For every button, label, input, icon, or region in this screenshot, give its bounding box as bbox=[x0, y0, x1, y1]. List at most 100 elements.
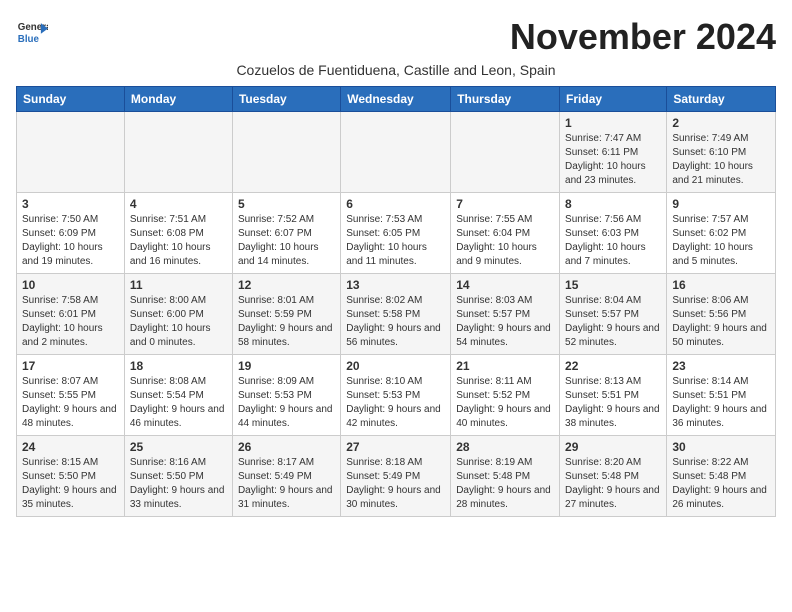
day-number: 11 bbox=[130, 278, 227, 292]
day-number: 17 bbox=[22, 359, 119, 373]
day-number: 6 bbox=[346, 197, 445, 211]
calendar-cell: 5 Sunrise: 7:52 AM Sunset: 6:07 PM Daylig… bbox=[232, 193, 340, 274]
day-number: 14 bbox=[456, 278, 554, 292]
day-number: 25 bbox=[130, 440, 227, 454]
day-header: Friday bbox=[560, 87, 667, 112]
day-number: 4 bbox=[130, 197, 227, 211]
day-number: 27 bbox=[346, 440, 445, 454]
month-title: November 2024 bbox=[510, 16, 776, 58]
calendar-cell: 4 Sunrise: 7:51 AM Sunset: 6:08 PM Daylig… bbox=[124, 193, 232, 274]
day-number: 22 bbox=[565, 359, 661, 373]
day-info: Sunrise: 7:55 AM Sunset: 6:04 PM Dayligh… bbox=[456, 213, 554, 269]
day-number: 23 bbox=[672, 359, 770, 373]
day-number: 24 bbox=[22, 440, 119, 454]
calendar-cell: 2 Sunrise: 7:49 AM Sunset: 6:10 PM Daylig… bbox=[667, 112, 776, 193]
day-info: Sunrise: 8:14 AM Sunset: 5:51 PM Dayligh… bbox=[672, 375, 770, 431]
day-info: Sunrise: 8:02 AM Sunset: 5:58 PM Dayligh… bbox=[346, 294, 445, 350]
day-number: 20 bbox=[346, 359, 445, 373]
day-info: Sunrise: 8:01 AM Sunset: 5:59 PM Dayligh… bbox=[238, 294, 335, 350]
calendar-cell: 11 Sunrise: 8:00 AM Sunset: 6:00 PM Dayli… bbox=[124, 274, 232, 355]
day-header: Saturday bbox=[667, 87, 776, 112]
day-header: Sunday bbox=[17, 87, 125, 112]
day-number: 7 bbox=[456, 197, 554, 211]
calendar-cell: 16Sunrise: 8:06 AM Sunset: 5:56 PM Dayli… bbox=[667, 274, 776, 355]
calendar-cell: 18Sunrise: 8:08 AM Sunset: 5:54 PM Dayli… bbox=[124, 355, 232, 436]
day-number: 3 bbox=[22, 197, 119, 211]
day-info: Sunrise: 7:53 AM Sunset: 6:05 PM Dayligh… bbox=[346, 213, 445, 269]
calendar-cell: 25 Sunrise: 8:16 AM Sunset: 5:50 PM Dayli… bbox=[124, 436, 232, 517]
day-info: Sunrise: 8:00 AM Sunset: 6:00 PM Dayligh… bbox=[130, 294, 227, 350]
calendar-table: SundayMondayTuesdayWednesdayThursdayFrid… bbox=[16, 86, 776, 517]
day-info: Sunrise: 7:52 AM Sunset: 6:07 PM Dayligh… bbox=[238, 213, 335, 269]
day-header: Monday bbox=[124, 87, 232, 112]
day-info: Sunrise: 8:11 AM Sunset: 5:52 PM Dayligh… bbox=[456, 375, 554, 431]
calendar-cell: 20 Sunrise: 8:10 AM Sunset: 5:53 PM Dayli… bbox=[341, 355, 451, 436]
day-info: Sunrise: 8:06 AM Sunset: 5:56 PM Dayligh… bbox=[672, 294, 770, 350]
day-number: 30 bbox=[672, 440, 770, 454]
day-number: 9 bbox=[672, 197, 770, 211]
day-info: Sunrise: 7:58 AM Sunset: 6:01 PM Dayligh… bbox=[22, 294, 119, 350]
calendar-cell: 24 Sunrise: 8:15 AM Sunset: 5:50 PM Dayli… bbox=[17, 436, 125, 517]
calendar-cell: 8 Sunrise: 7:56 AM Sunset: 6:03 PM Daylig… bbox=[560, 193, 667, 274]
day-info: Sunrise: 7:56 AM Sunset: 6:03 PM Dayligh… bbox=[565, 213, 661, 269]
calendar-cell: 26Sunrise: 8:17 AM Sunset: 5:49 PM Dayli… bbox=[232, 436, 340, 517]
logo: General Blue bbox=[16, 16, 48, 48]
day-number: 21 bbox=[456, 359, 554, 373]
day-info: Sunrise: 8:13 AM Sunset: 5:51 PM Dayligh… bbox=[565, 375, 661, 431]
calendar-cell: 3 Sunrise: 7:50 AM Sunset: 6:09 PM Daylig… bbox=[17, 193, 125, 274]
calendar-cell: 22 Sunrise: 8:13 AM Sunset: 5:51 PM Dayli… bbox=[560, 355, 667, 436]
calendar-cell: 13 Sunrise: 8:02 AM Sunset: 5:58 PM Dayli… bbox=[341, 274, 451, 355]
day-info: Sunrise: 8:10 AM Sunset: 5:53 PM Dayligh… bbox=[346, 375, 445, 431]
calendar-cell bbox=[341, 112, 451, 193]
day-info: Sunrise: 7:57 AM Sunset: 6:02 PM Dayligh… bbox=[672, 213, 770, 269]
svg-text:Blue: Blue bbox=[18, 34, 40, 45]
calendar-cell: 30 Sunrise: 8:22 AM Sunset: 5:48 PM Dayli… bbox=[667, 436, 776, 517]
day-info: Sunrise: 8:16 AM Sunset: 5:50 PM Dayligh… bbox=[130, 456, 227, 512]
day-info: Sunrise: 8:09 AM Sunset: 5:53 PM Dayligh… bbox=[238, 375, 335, 431]
day-info: Sunrise: 8:04 AM Sunset: 5:57 PM Dayligh… bbox=[565, 294, 661, 350]
calendar-cell: 14 Sunrise: 8:03 AM Sunset: 5:57 PM Dayli… bbox=[451, 274, 560, 355]
day-number: 1 bbox=[565, 116, 661, 130]
day-header: Tuesday bbox=[232, 87, 340, 112]
calendar-cell: 10Sunrise: 7:58 AM Sunset: 6:01 PM Dayli… bbox=[17, 274, 125, 355]
day-number: 13 bbox=[346, 278, 445, 292]
day-header: Thursday bbox=[451, 87, 560, 112]
calendar-cell: 29 Sunrise: 8:20 AM Sunset: 5:48 PM Dayli… bbox=[560, 436, 667, 517]
calendar-cell: 6 Sunrise: 7:53 AM Sunset: 6:05 PM Daylig… bbox=[341, 193, 451, 274]
day-info: Sunrise: 8:15 AM Sunset: 5:50 PM Dayligh… bbox=[22, 456, 119, 512]
day-info: Sunrise: 8:03 AM Sunset: 5:57 PM Dayligh… bbox=[456, 294, 554, 350]
calendar-cell: 21 Sunrise: 8:11 AM Sunset: 5:52 PM Dayli… bbox=[451, 355, 560, 436]
calendar-cell: 27 Sunrise: 8:18 AM Sunset: 5:49 PM Dayli… bbox=[341, 436, 451, 517]
day-number: 8 bbox=[565, 197, 661, 211]
day-info: Sunrise: 8:08 AM Sunset: 5:54 PM Dayligh… bbox=[130, 375, 227, 431]
calendar-cell: 12 Sunrise: 8:01 AM Sunset: 5:59 PM Dayli… bbox=[232, 274, 340, 355]
day-info: Sunrise: 7:51 AM Sunset: 6:08 PM Dayligh… bbox=[130, 213, 227, 269]
day-info: Sunrise: 8:22 AM Sunset: 5:48 PM Dayligh… bbox=[672, 456, 770, 512]
calendar-cell: 17Sunrise: 8:07 AM Sunset: 5:55 PM Dayli… bbox=[17, 355, 125, 436]
day-info: Sunrise: 8:17 AM Sunset: 5:49 PM Dayligh… bbox=[238, 456, 335, 512]
calendar-cell: 28Sunrise: 8:19 AM Sunset: 5:48 PM Dayli… bbox=[451, 436, 560, 517]
calendar-cell: 15 Sunrise: 8:04 AM Sunset: 5:57 PM Dayli… bbox=[560, 274, 667, 355]
subtitle: Cozuelos de Fuentiduena, Castille and Le… bbox=[16, 62, 776, 78]
day-number: 2 bbox=[672, 116, 770, 130]
day-info: Sunrise: 8:19 AM Sunset: 5:48 PM Dayligh… bbox=[456, 456, 554, 512]
day-number: 12 bbox=[238, 278, 335, 292]
calendar-cell bbox=[124, 112, 232, 193]
calendar-cell bbox=[17, 112, 125, 193]
day-number: 19 bbox=[238, 359, 335, 373]
day-info: Sunrise: 7:47 AM Sunset: 6:11 PM Dayligh… bbox=[565, 132, 661, 188]
calendar-cell: 19 Sunrise: 8:09 AM Sunset: 5:53 PM Dayli… bbox=[232, 355, 340, 436]
day-number: 29 bbox=[565, 440, 661, 454]
day-info: Sunrise: 7:50 AM Sunset: 6:09 PM Dayligh… bbox=[22, 213, 119, 269]
day-header: Wednesday bbox=[341, 87, 451, 112]
calendar-cell: 1 Sunrise: 7:47 AM Sunset: 6:11 PM Daylig… bbox=[560, 112, 667, 193]
calendar-cell: 7 Sunrise: 7:55 AM Sunset: 6:04 PM Daylig… bbox=[451, 193, 560, 274]
day-number: 15 bbox=[565, 278, 661, 292]
calendar-cell bbox=[451, 112, 560, 193]
calendar-cell: 9 Sunrise: 7:57 AM Sunset: 6:02 PM Daylig… bbox=[667, 193, 776, 274]
calendar-cell: 23 Sunrise: 8:14 AM Sunset: 5:51 PM Dayli… bbox=[667, 355, 776, 436]
day-info: Sunrise: 7:49 AM Sunset: 6:10 PM Dayligh… bbox=[672, 132, 770, 188]
day-info: Sunrise: 8:18 AM Sunset: 5:49 PM Dayligh… bbox=[346, 456, 445, 512]
day-info: Sunrise: 8:20 AM Sunset: 5:48 PM Dayligh… bbox=[565, 456, 661, 512]
day-number: 5 bbox=[238, 197, 335, 211]
